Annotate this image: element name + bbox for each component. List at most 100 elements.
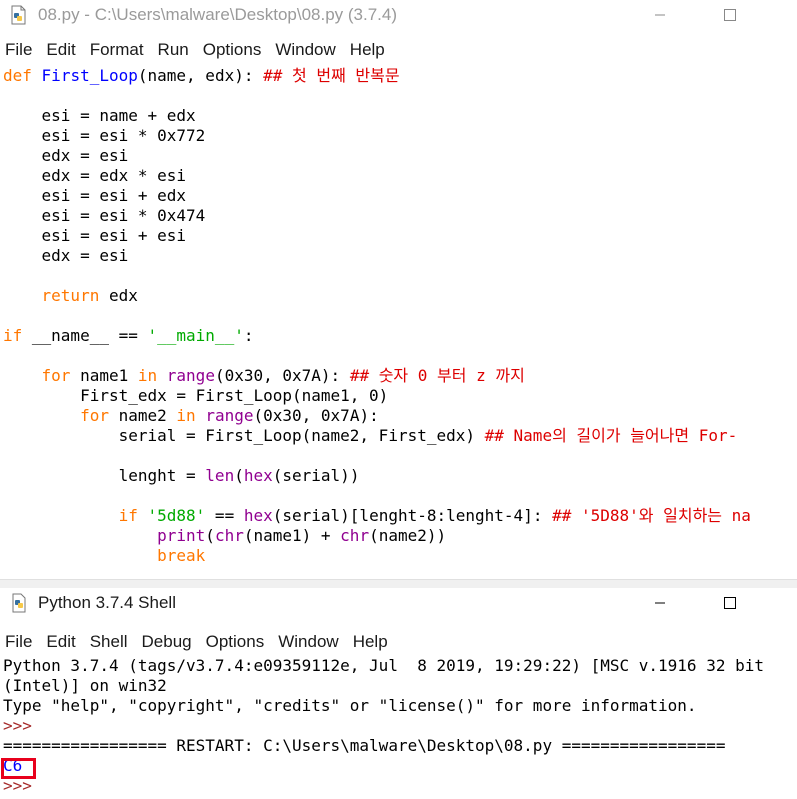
shell-maximize-button[interactable] bbox=[707, 588, 753, 618]
editor-code-line: esi = esi + edx bbox=[3, 186, 187, 206]
shell-code-line: Python 3.7.4 (tags/v3.7.4:e09359112e, Ju… bbox=[3, 656, 764, 676]
editor-token: : bbox=[243, 326, 254, 345]
editor-token: hex bbox=[243, 506, 273, 525]
editor-token bbox=[3, 506, 119, 525]
editor-menu-options[interactable]: Options bbox=[203, 40, 262, 60]
editor-token: ( bbox=[234, 466, 244, 485]
editor-code-line: edx = esi bbox=[3, 246, 129, 266]
editor-token: (serial)[lenght-8:lenght-4]: bbox=[272, 506, 553, 525]
editor-token: lenght = bbox=[3, 466, 206, 485]
shell-menu-file[interactable]: File bbox=[5, 632, 32, 652]
editor-token: break bbox=[157, 546, 206, 565]
shell-code-line: (Intel)] on win32 bbox=[3, 676, 167, 696]
shell-token: (Intel)] on win32 bbox=[3, 676, 167, 695]
editor-token: for bbox=[41, 366, 71, 385]
shell-menubar: File Edit Shell Debug Options Window Help bbox=[0, 630, 797, 654]
editor-token bbox=[196, 406, 206, 425]
editor-token: in bbox=[137, 366, 158, 385]
editor-token: range bbox=[205, 406, 254, 425]
editor-menubar: File Edit Format Run Options Window Help bbox=[0, 38, 797, 62]
editor-code-line: esi = name + edx bbox=[3, 106, 196, 126]
editor-code-line: for name1 in range(0x30, 0x7A): ## 숫자 0 … bbox=[3, 366, 525, 386]
editor-menu-help[interactable]: Help bbox=[350, 40, 385, 60]
editor-token: chr bbox=[214, 526, 244, 545]
shell-code-line: Type "help", "copyright", "credits" or "… bbox=[3, 696, 697, 716]
editor-token: esi = esi * 0x772 bbox=[3, 126, 206, 145]
editor-minimize-button[interactable] bbox=[637, 0, 683, 30]
shell-menu-edit[interactable]: Edit bbox=[46, 632, 75, 652]
editor-token: name1 bbox=[70, 366, 138, 385]
maximize-icon bbox=[724, 9, 736, 21]
editor-token: edx = esi bbox=[3, 146, 129, 165]
editor-token: edx bbox=[99, 286, 138, 305]
editor-token: (name1) + bbox=[243, 526, 341, 545]
editor-token bbox=[3, 546, 157, 565]
editor-token: range bbox=[166, 366, 215, 385]
editor-code-line: serial = First_Loop(name2, First_edx) ##… bbox=[3, 426, 738, 446]
window-divider bbox=[0, 579, 797, 588]
output-highlight-box bbox=[1, 758, 36, 779]
shell-menu-options[interactable]: Options bbox=[206, 632, 265, 652]
editor-token: esi = esi * 0x474 bbox=[3, 206, 206, 225]
editor-menu-format[interactable]: Format bbox=[90, 40, 144, 60]
editor-maximize-button[interactable] bbox=[707, 0, 753, 30]
editor-code-line: edx = edx * esi bbox=[3, 166, 187, 186]
editor-token: (name2)) bbox=[369, 526, 447, 545]
editor-token: ## Name의 길이가 늘어나면 For- bbox=[484, 426, 738, 445]
editor-token: == bbox=[205, 506, 244, 525]
editor-code-line: lenght = len(hex(serial)) bbox=[3, 466, 360, 486]
editor-token bbox=[3, 406, 80, 425]
editor-token: in bbox=[176, 406, 196, 425]
editor-code-area[interactable]: def First_Loop(name, edx): ## 첫 번째 반복문 e… bbox=[3, 66, 797, 578]
editor-token: (0x30, 0x7A): bbox=[214, 366, 350, 385]
shell-code-line: >>> bbox=[3, 776, 42, 796]
shell-menu-debug[interactable]: Debug bbox=[142, 632, 192, 652]
editor-token: return bbox=[41, 286, 100, 305]
shell-titlebar[interactable]: Python 3.7.4 Shell bbox=[0, 588, 797, 618]
editor-token: '__main__' bbox=[147, 326, 244, 345]
editor-token: print bbox=[157, 526, 206, 545]
shell-menu-shell[interactable]: Shell bbox=[90, 632, 128, 652]
shell-code-line: ================= RESTART: C:\Users\malw… bbox=[3, 736, 725, 756]
editor-token: for bbox=[80, 406, 109, 425]
editor-menu-run[interactable]: Run bbox=[158, 40, 189, 60]
editor-token bbox=[3, 366, 42, 385]
shell-minimize-button[interactable] bbox=[637, 588, 683, 618]
python-file-icon bbox=[11, 5, 26, 25]
shell-menu-window[interactable]: Window bbox=[278, 632, 338, 652]
editor-menu-file[interactable]: File bbox=[5, 40, 32, 60]
shell-window: Python 3.7.4 Shell File Edit Shell Debug Opt… bbox=[0, 588, 797, 799]
editor-code-line: break bbox=[3, 546, 205, 566]
editor-menu-edit[interactable]: Edit bbox=[46, 40, 75, 60]
editor-token: edx = esi bbox=[3, 246, 129, 265]
editor-token: def bbox=[3, 66, 32, 85]
editor-code-line: esi = esi * 0x474 bbox=[3, 206, 206, 226]
maximize-icon bbox=[724, 597, 736, 609]
editor-token: First_Loop bbox=[41, 66, 138, 85]
editor-code-line: if '5d88' == hex(serial)[lenght-8:lenght… bbox=[3, 506, 751, 526]
editor-menu-window[interactable]: Window bbox=[275, 40, 335, 60]
editor-code-line: esi = esi + esi bbox=[3, 226, 187, 246]
shell-output-area[interactable]: Python 3.7.4 (tags/v3.7.4:e09359112e, Ju… bbox=[3, 656, 797, 798]
editor-token: serial = First_Loop(name2, First_edx) bbox=[3, 426, 485, 445]
editor-token: esi = esi + esi bbox=[3, 226, 187, 245]
editor-token: if bbox=[3, 326, 23, 345]
editor-token: ## 첫 번째 반복문 bbox=[263, 66, 400, 85]
editor-token: ## 숫자 0 부터 z 까지 bbox=[349, 366, 525, 385]
editor-token: (name, edx): bbox=[137, 66, 264, 85]
editor-token: esi = name + edx bbox=[3, 106, 196, 125]
editor-token: edx = edx * esi bbox=[3, 166, 187, 185]
shell-menu-help[interactable]: Help bbox=[353, 632, 388, 652]
python-shell-icon bbox=[12, 593, 26, 613]
shell-token: ================= RESTART: C:\Users\malw… bbox=[3, 736, 726, 755]
minimize-icon bbox=[655, 602, 665, 604]
editor-token bbox=[3, 526, 157, 545]
editor-token bbox=[157, 366, 167, 385]
editor-token: name2 bbox=[108, 406, 177, 425]
editor-code-line: esi = esi * 0x772 bbox=[3, 126, 206, 146]
editor-code-line: First_edx = First_Loop(name1, 0) bbox=[3, 386, 388, 406]
shell-title: Python 3.7.4 Shell bbox=[38, 593, 176, 612]
editor-token: (0x30, 0x7A): bbox=[253, 406, 379, 425]
editor-token: '5d88' bbox=[147, 506, 206, 525]
editor-titlebar[interactable]: 08.py - C:\Users\malware\Desktop\08.py (… bbox=[0, 0, 797, 30]
